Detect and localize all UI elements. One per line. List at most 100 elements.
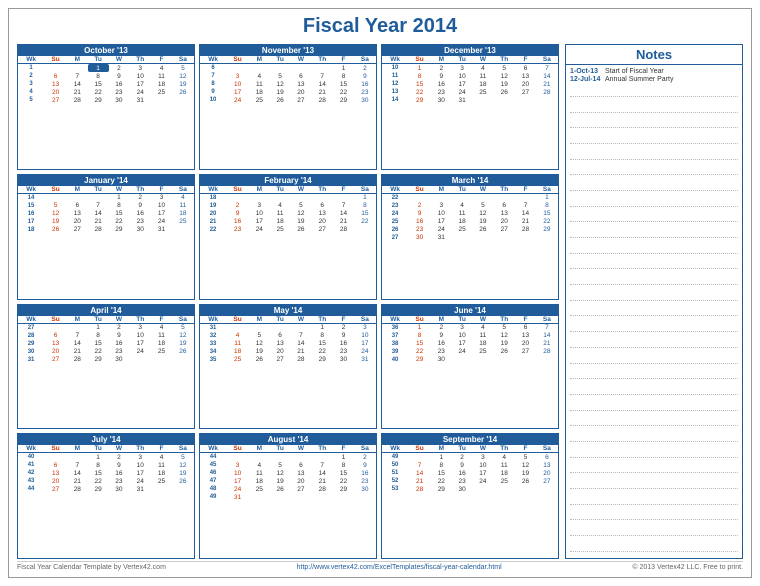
cal-cell: 12 bbox=[270, 80, 291, 88]
cal-cell: 29 bbox=[88, 96, 109, 104]
month-title: April '14 bbox=[18, 305, 194, 316]
cal-cell: 10 bbox=[354, 332, 376, 340]
cal-cell: 22 bbox=[333, 477, 354, 485]
cal-cell: 9 bbox=[109, 332, 130, 340]
cal-cell: 28 bbox=[291, 356, 312, 364]
content-area: October '13WkSuMTuWThFSa1123452678910111… bbox=[17, 44, 743, 559]
cal-cell: 17 bbox=[431, 218, 452, 226]
cal-cell: 32 bbox=[200, 332, 226, 340]
cal-cell: 6 bbox=[44, 332, 67, 340]
cal-cell: 30 bbox=[18, 348, 44, 356]
cal-cell: 22 bbox=[88, 477, 109, 485]
cal-cell bbox=[291, 323, 312, 332]
cal-cell: 29 bbox=[88, 485, 109, 493]
cal-cell bbox=[88, 193, 109, 202]
cal-table: WkSuMTuWThFSa101234567118910111213141215… bbox=[382, 56, 558, 104]
cal-cell: 29 bbox=[18, 340, 44, 348]
month-title: February '14 bbox=[200, 175, 376, 186]
cal-cell: 23 bbox=[129, 218, 151, 226]
notes-title: Notes bbox=[566, 45, 742, 65]
cal-cell: 1 bbox=[88, 453, 109, 462]
cal-cell: 15 bbox=[333, 80, 354, 88]
cal-cell: 30 bbox=[354, 485, 376, 493]
cal-cell: 9 bbox=[354, 72, 376, 80]
cal-cell: 26 bbox=[291, 226, 312, 234]
cal-cell: 39 bbox=[382, 348, 408, 356]
cal-cell: 4 bbox=[151, 323, 172, 332]
cal-cell: 23 bbox=[354, 477, 376, 485]
cal-cell bbox=[291, 453, 312, 462]
cal-cell: 31 bbox=[151, 226, 172, 234]
cal-cell bbox=[67, 453, 88, 462]
cal-cell bbox=[311, 493, 333, 501]
cal-cell: 5 bbox=[270, 72, 291, 80]
cal-cell: 5 bbox=[44, 202, 67, 210]
cal-cell: 26 bbox=[270, 485, 291, 493]
footer-left: Fiscal Year Calendar Template by Vertex4… bbox=[17, 564, 166, 571]
cal-cell: 7 bbox=[67, 461, 88, 469]
cal-cell: 20 bbox=[44, 348, 67, 356]
note-line bbox=[570, 542, 738, 552]
cal-cell bbox=[473, 96, 494, 104]
cal-cell bbox=[172, 96, 194, 104]
cal-cell: 20 bbox=[515, 80, 536, 88]
cal-cell: 6 bbox=[493, 202, 515, 210]
cal-cell: 12 bbox=[270, 469, 291, 477]
cal-cell: 13 bbox=[515, 332, 536, 340]
cal-cell: 19 bbox=[172, 469, 194, 477]
month-calendar-October--13: October '13WkSuMTuWThFSa1123452678910111… bbox=[17, 44, 195, 170]
cal-cell: 7 bbox=[333, 202, 354, 210]
cal-cell: 28 bbox=[515, 226, 536, 234]
cal-cell: 14 bbox=[311, 469, 333, 477]
cal-cell: 25 bbox=[151, 88, 172, 96]
cal-cell: 24 bbox=[431, 226, 452, 234]
cal-cell bbox=[452, 193, 473, 202]
cal-cell: 23 bbox=[382, 202, 408, 210]
cal-cell: 31 bbox=[129, 96, 151, 104]
cal-cell: 26 bbox=[473, 226, 494, 234]
month-title: July '14 bbox=[18, 434, 194, 445]
cal-table: WkSuMTuWThFSa612734567898101112131415169… bbox=[200, 56, 376, 104]
cal-cell bbox=[408, 453, 431, 462]
cal-cell bbox=[493, 356, 515, 364]
cal-cell: 1 bbox=[536, 193, 558, 202]
cal-cell: 5 bbox=[18, 96, 44, 104]
cal-cell: 7 bbox=[311, 72, 333, 80]
cal-cell: 27 bbox=[515, 348, 536, 356]
cal-cell: 36 bbox=[382, 323, 408, 332]
cal-cell: 31 bbox=[200, 323, 226, 332]
cal-cell: 15 bbox=[431, 469, 452, 477]
cal-cell: 18 bbox=[493, 469, 515, 477]
cal-cell bbox=[333, 493, 354, 501]
cal-cell: 11 bbox=[151, 461, 172, 469]
cal-cell: 12 bbox=[172, 332, 194, 340]
cal-cell bbox=[493, 234, 515, 242]
cal-cell: 26 bbox=[270, 96, 291, 104]
note-date: 12-Jul-14 bbox=[570, 76, 602, 83]
cal-cell: 47 bbox=[200, 477, 226, 485]
cal-cell bbox=[129, 356, 151, 364]
cal-cell: 21 bbox=[333, 218, 354, 226]
cal-cell: 11 bbox=[270, 210, 291, 218]
cal-cell: 20 bbox=[515, 340, 536, 348]
note-date: 1-Oct-13 bbox=[570, 68, 602, 75]
cal-cell: 7 bbox=[515, 202, 536, 210]
note-line bbox=[570, 510, 738, 520]
note-line bbox=[570, 103, 738, 113]
cal-cell: 2 bbox=[408, 202, 431, 210]
cal-cell: 1 bbox=[311, 323, 333, 332]
cal-cell: 17 bbox=[129, 340, 151, 348]
cal-cell: 18 bbox=[151, 340, 172, 348]
cal-cell: 4 bbox=[473, 323, 494, 332]
cal-cell bbox=[44, 64, 67, 73]
cal-cell: 29 bbox=[408, 96, 431, 104]
cal-cell: 30 bbox=[129, 226, 151, 234]
cal-cell: 26 bbox=[44, 226, 67, 234]
cal-cell: 17 bbox=[452, 340, 473, 348]
cal-cell: 17 bbox=[18, 218, 44, 226]
cal-cell: 28 bbox=[18, 332, 44, 340]
cal-cell: 24 bbox=[452, 348, 473, 356]
month-title: March '14 bbox=[382, 175, 558, 186]
cal-cell: 5 bbox=[172, 453, 194, 462]
cal-cell: 24 bbox=[129, 348, 151, 356]
